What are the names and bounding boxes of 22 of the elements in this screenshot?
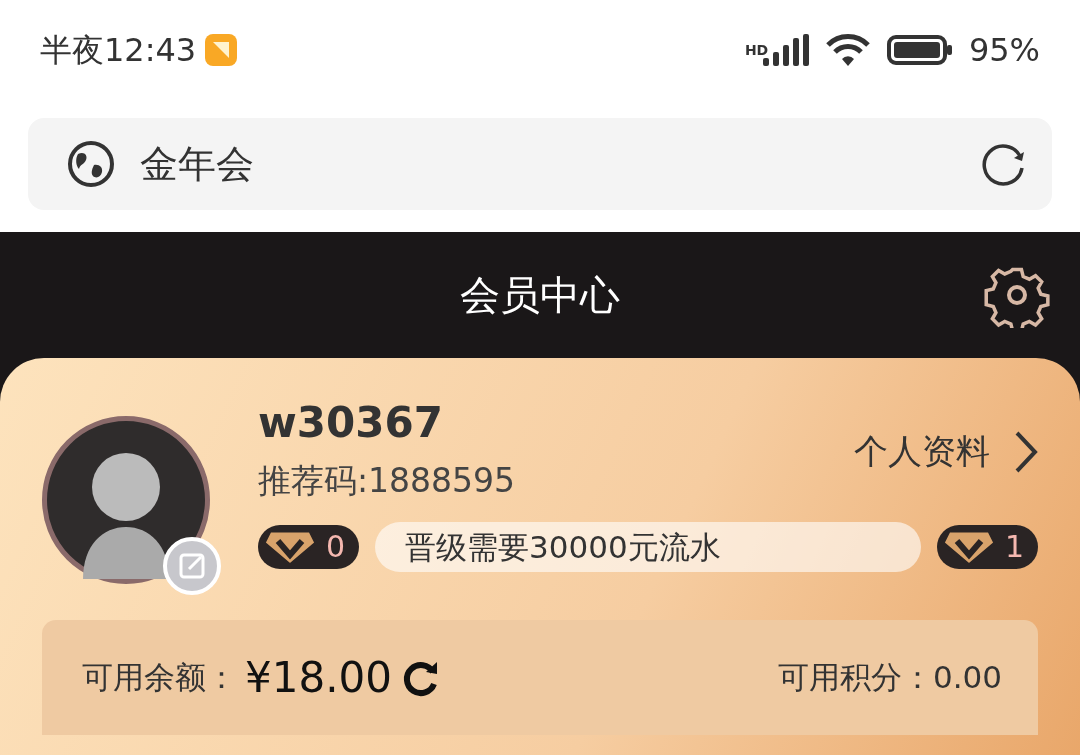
level-badge: 0 (258, 524, 360, 569)
level-badge: 1 (936, 524, 1038, 569)
battery-percent-text: 95% (968, 30, 1040, 71)
network-type-text: HD (744, 43, 769, 57)
battery-icon (886, 34, 953, 66)
username: w30367 (258, 398, 444, 449)
upgrade-hint: 晋级需要30000元流水 (375, 521, 921, 572)
points-value: 0.00 (932, 658, 1002, 698)
clock-text: 半夜12:43 (40, 30, 197, 71)
page-title: 金年会 (140, 140, 255, 188)
wifi-icon (824, 32, 871, 68)
balance-amount: ¥18.00 (245, 652, 392, 704)
chevron-icon (1014, 429, 1038, 474)
header-title: 会员中心 (460, 271, 620, 320)
address-bar[interactable]: 金年会 (28, 118, 1052, 210)
globe-icon (66, 139, 116, 189)
notification-icon (204, 33, 239, 67)
balance-label: 可用余额： (82, 658, 237, 698)
points-label: 可用积分： (777, 658, 933, 698)
referral-code: 推荐码:1888595 (258, 460, 516, 503)
profile-link[interactable]: 个人资料 (854, 426, 1038, 478)
edit-icon[interactable] (163, 537, 221, 595)
